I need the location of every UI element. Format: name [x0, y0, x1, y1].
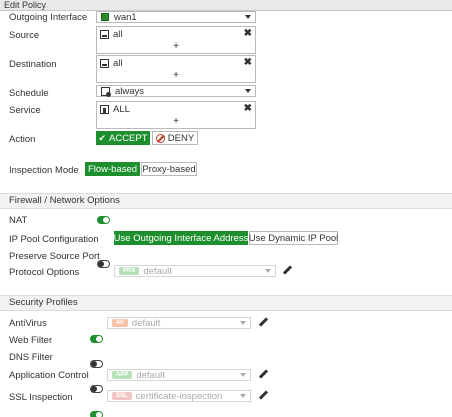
accept-label: ACCEPT [109, 132, 148, 144]
application-control-value: default [136, 369, 165, 381]
add-source-button[interactable]: + [97, 42, 255, 52]
destination-value: all [113, 58, 123, 69]
schedule-label: Schedule [9, 88, 49, 99]
check-icon: ✔ [98, 132, 106, 143]
schedule-value: always [115, 85, 145, 97]
action-label: Action [9, 134, 36, 145]
service-icon [100, 105, 109, 114]
source-label: Source [9, 30, 40, 41]
use-dynamic-ip-pool-button[interactable]: Use Dynamic IP Pool [249, 231, 338, 245]
ssl-inspection-label: SSL Inspection [9, 392, 73, 403]
deny-icon [155, 133, 165, 143]
destination-entry[interactable]: all [100, 58, 123, 69]
chevron-down-icon [245, 15, 251, 19]
application-control-toggle[interactable] [90, 411, 103, 417]
ssl-inspection-badge: SSL [112, 392, 132, 400]
nat-label: NAT [9, 215, 28, 226]
protocol-options-badge: PRX [119, 267, 140, 275]
add-service-button[interactable]: + [97, 117, 255, 127]
source-value: all [113, 29, 123, 40]
ssl-inspection-select[interactable]: SSL certificate-inspection [107, 390, 251, 402]
protocol-options-value: default [143, 265, 172, 277]
edit-protocol-options-icon[interactable] [283, 266, 292, 275]
ip-pool-label: IP Pool Configuration [9, 234, 99, 245]
antivirus-toggle[interactable] [90, 335, 103, 343]
edit-application-control-icon[interactable] [259, 370, 268, 379]
antivirus-profile-value: default [131, 317, 161, 329]
source-entry[interactable]: all [100, 29, 123, 40]
outgoing-interface-select[interactable]: wan1 [96, 11, 256, 23]
accept-button[interactable]: ✔ ACCEPT [96, 131, 150, 145]
deny-button[interactable]: DENY [152, 131, 198, 145]
add-destination-button[interactable]: + [97, 71, 255, 81]
remove-service-icon[interactable]: ✖ [244, 104, 252, 114]
outgoing-interface-value: wan1 [114, 11, 137, 23]
remove-destination-icon[interactable]: ✖ [244, 58, 252, 68]
web-filter-label: Web Filter [9, 335, 53, 346]
service-entry[interactable]: ALL [100, 104, 130, 115]
application-control-label: Application Control [9, 370, 89, 381]
chevron-down-icon [240, 394, 246, 398]
address-icon [100, 30, 109, 39]
web-filter-toggle[interactable] [90, 360, 103, 368]
service-label: Service [9, 105, 41, 116]
nat-toggle[interactable] [97, 216, 110, 224]
preserve-source-port-toggle[interactable] [97, 260, 110, 268]
firewall-section-header: Firewall / Network Options [0, 193, 452, 209]
address-icon [100, 59, 109, 68]
schedule-icon [101, 86, 111, 97]
antivirus-profile-select[interactable]: AV default [107, 317, 251, 329]
ssl-inspection-value: certificate-inspection [135, 390, 223, 402]
outgoing-interface-label: Outgoing Interface [9, 12, 88, 23]
dialog-title: Edit Policy [0, 0, 452, 11]
protocol-options-select[interactable]: PRX default [114, 265, 276, 277]
proxy-based-button[interactable]: Proxy-based [141, 162, 197, 176]
service-value: ALL [113, 104, 130, 115]
service-field[interactable]: ALL ✖ + [96, 101, 256, 129]
destination-field[interactable]: all ✖ + [96, 55, 256, 83]
application-control-badge: APP [112, 371, 133, 379]
protocol-options-label: Protocol Options [9, 267, 80, 278]
dns-filter-toggle[interactable] [90, 385, 103, 393]
edit-antivirus-icon[interactable] [259, 318, 268, 327]
source-field[interactable]: all ✖ + [96, 26, 256, 54]
destination-label: Destination [9, 59, 57, 70]
flow-based-button[interactable]: Flow-based [85, 162, 140, 176]
chevron-down-icon [245, 89, 251, 93]
interface-icon [101, 13, 109, 21]
application-control-select[interactable]: APP default [107, 369, 251, 381]
preserve-source-port-label: Preserve Source Port [9, 251, 100, 262]
edit-ssl-inspection-icon[interactable] [259, 391, 268, 400]
chevron-down-icon [240, 321, 246, 325]
dns-filter-label: DNS Filter [9, 352, 53, 363]
security-section-header: Security Profiles [0, 295, 452, 311]
deny-label: DENY [167, 132, 195, 144]
chevron-down-icon [265, 269, 271, 273]
schedule-select[interactable]: always [96, 85, 256, 97]
use-outgoing-interface-button[interactable]: Use Outgoing Interface Address [114, 231, 248, 245]
remove-source-icon[interactable]: ✖ [244, 29, 252, 39]
inspection-mode-label: Inspection Mode [9, 165, 79, 176]
antivirus-badge: AV [112, 319, 128, 327]
antivirus-label: AntiVirus [9, 318, 47, 329]
chevron-down-icon [240, 373, 246, 377]
